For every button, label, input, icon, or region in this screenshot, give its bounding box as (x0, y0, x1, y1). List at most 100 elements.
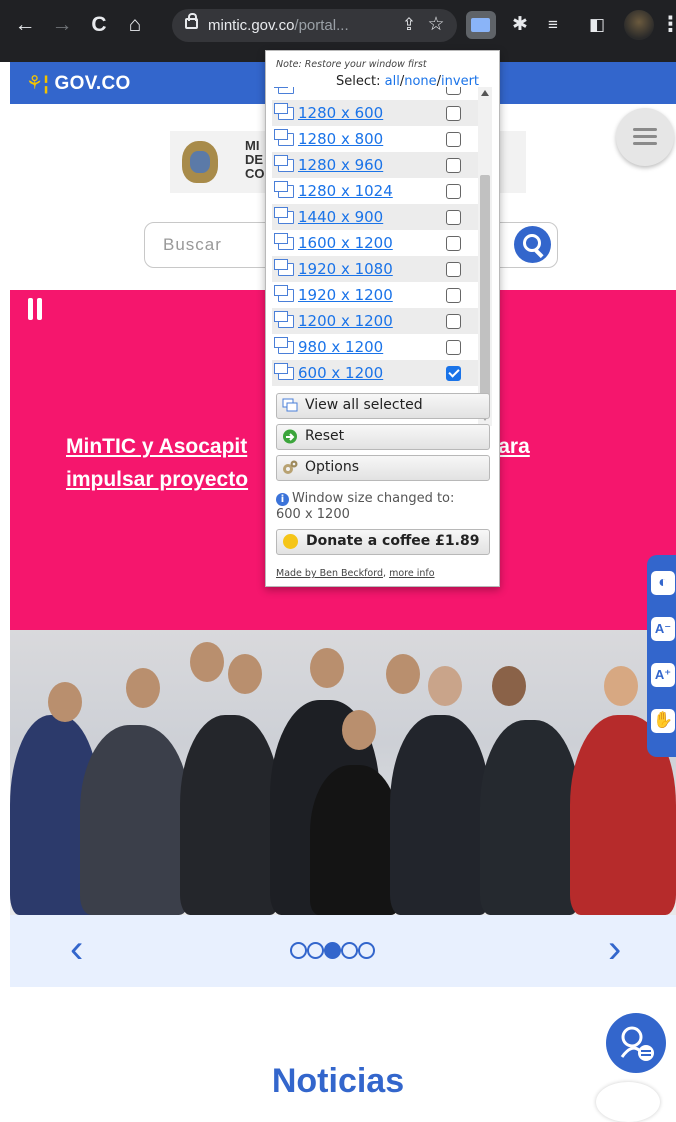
size-checkbox[interactable] (446, 106, 461, 121)
windows-icon (282, 398, 298, 412)
scroll-up-icon[interactable] (481, 90, 489, 96)
size-checkbox[interactable] (446, 158, 461, 173)
search-button[interactable] (514, 226, 551, 263)
home-icon[interactable]: ⌂ (122, 12, 148, 38)
window-resizer-popup: Note: Restore your window first Select: … (265, 50, 500, 587)
lock-icon[interactable] (185, 13, 198, 29)
size-checkbox[interactable] (446, 87, 461, 95)
more-info-link[interactable]: more info (389, 568, 434, 579)
size-checkbox[interactable] (446, 236, 461, 251)
reading-list-icon[interactable]: ≡ (540, 12, 566, 38)
pause-icon[interactable] (28, 298, 44, 320)
news-heading: Noticias (271, 1062, 405, 1100)
side-panel-icon[interactable]: ◧ (584, 12, 610, 38)
size-link[interactable]: 600 x 1200 (298, 364, 383, 382)
gov-logo[interactable]: ⚘¦ GOV.CO (26, 72, 131, 95)
forward-icon[interactable]: → (49, 12, 75, 38)
carousel-dot[interactable] (290, 942, 307, 959)
ministry-line: MI (245, 138, 260, 153)
carousel-dot[interactable] (358, 942, 375, 959)
address-bar[interactable]: mintic.gov.co/portal... ⇪ ☆ (172, 9, 457, 42)
gears-icon (283, 460, 298, 474)
size-link[interactable]: 1280 x 600 (298, 104, 383, 122)
view-all-label: View all selected (305, 397, 423, 413)
url-text[interactable]: mintic.gov.co/portal... (208, 17, 349, 34)
url-path: /portal... (294, 17, 349, 34)
accessibility-bar: ◐ A⁻ A⁺ ✋ (647, 555, 676, 757)
size-link[interactable]: 1280 x 1024 (298, 182, 393, 200)
extensions-icon[interactable]: ✱ (507, 12, 533, 38)
decrease-text-icon[interactable]: A⁻ (651, 617, 675, 641)
donate-button[interactable]: Donate a coffee £1.89 (276, 529, 490, 555)
window-icon (274, 233, 294, 250)
carousel-next-button[interactable]: › (608, 929, 621, 969)
author-link[interactable]: Made by Ben Beckford (276, 568, 383, 579)
size-link[interactable]: 1920 x 1080 (298, 260, 393, 278)
back-icon[interactable]: ← (12, 12, 38, 38)
search-input[interactable]: Buscar (163, 235, 222, 255)
options-button[interactable]: Options (276, 455, 490, 481)
star-icon[interactable]: ☆ (423, 12, 449, 38)
list-item[interactable]: 1280 x 600 (272, 100, 478, 126)
list-item[interactable]: 980 x 1200 (272, 334, 478, 360)
size-checkbox[interactable] (446, 262, 461, 277)
gov-mark-icon: ⚘¦ (26, 73, 55, 94)
size-link[interactable]: 980 x 1200 (298, 338, 383, 356)
size-list[interactable]: 1280 x 600 1280 x 800 1280 x 960 1280 x 102… (272, 87, 492, 426)
size-link[interactable]: 1280 x 960 (298, 156, 383, 174)
window-icon (274, 363, 294, 380)
window-icon (274, 337, 294, 354)
size-checkbox[interactable] (446, 210, 461, 225)
profile-avatar[interactable] (624, 10, 654, 40)
size-link[interactable]: 1920 x 1200 (298, 286, 393, 304)
list-item[interactable] (272, 87, 478, 100)
list-scrollbar[interactable] (478, 87, 492, 426)
carousel-dot[interactable] (341, 942, 358, 959)
list-item[interactable]: 1280 x 960 (272, 152, 478, 178)
list-item[interactable]: 1280 x 1024 (272, 178, 478, 204)
carousel-prev-button[interactable]: ‹ (70, 929, 83, 969)
size-link[interactable]: 1280 x 800 (298, 130, 383, 148)
menu-icon[interactable]: ⋮ (660, 12, 676, 38)
contrast-icon[interactable]: ◐ (651, 571, 675, 595)
size-checkbox[interactable] (446, 184, 461, 199)
size-link[interactable]: 1600 x 1200 (298, 234, 393, 252)
popup-footer: Made by Ben Beckford, more info (276, 568, 435, 579)
view-all-selected-button[interactable]: View all selected (276, 393, 490, 419)
carousel-dot[interactable] (307, 942, 324, 959)
status-size: 600 x 1200 (276, 507, 350, 522)
list-item[interactable]: 1600 x 1200 (272, 230, 478, 256)
size-checkbox[interactable] (446, 314, 461, 329)
reload-icon[interactable]: C (86, 12, 112, 38)
donate-label: Donate a coffee £1.89 (306, 533, 480, 549)
hero-title-part: impulsar proyecto (66, 468, 249, 491)
reset-label: Reset (305, 428, 345, 444)
size-checkbox[interactable] (446, 288, 461, 303)
status-line: Window size changed to: (292, 491, 455, 506)
size-link[interactable]: 1200 x 1200 (298, 312, 393, 330)
increase-text-icon[interactable]: A⁺ (651, 663, 675, 687)
list-item[interactable]: 1280 x 800 (272, 126, 478, 152)
reset-arrow-icon (283, 429, 297, 444)
size-link[interactable]: 1440 x 900 (298, 208, 383, 226)
scroll-thumb[interactable] (480, 175, 490, 403)
reset-button[interactable]: Reset (276, 424, 490, 450)
list-item[interactable]: 1200 x 1200 (272, 308, 478, 334)
size-checkbox[interactable] (446, 366, 461, 381)
carousel-dot-active[interactable] (324, 942, 341, 959)
share-icon[interactable]: ⇪ (396, 12, 422, 38)
list-item[interactable]: 1920 x 1200 (272, 282, 478, 308)
status-message: i Window size changed to: 600 x 1200 (276, 491, 491, 523)
list-item[interactable]: 1440 x 900 (272, 204, 478, 230)
window-resizer-icon[interactable] (466, 11, 496, 39)
size-checkbox[interactable] (446, 340, 461, 355)
secondary-floating-button[interactable] (596, 1082, 660, 1122)
window-icon (274, 87, 294, 94)
list-item[interactable]: 600 x 1200 (272, 360, 478, 386)
list-item[interactable]: 1920 x 1080 (272, 256, 478, 282)
accessibility-assistant-button[interactable] (606, 1013, 666, 1073)
sign-language-icon[interactable]: ✋ (651, 709, 675, 733)
size-checkbox[interactable] (446, 132, 461, 147)
hamburger-menu-button[interactable] (616, 108, 674, 166)
news-photo (10, 630, 676, 915)
